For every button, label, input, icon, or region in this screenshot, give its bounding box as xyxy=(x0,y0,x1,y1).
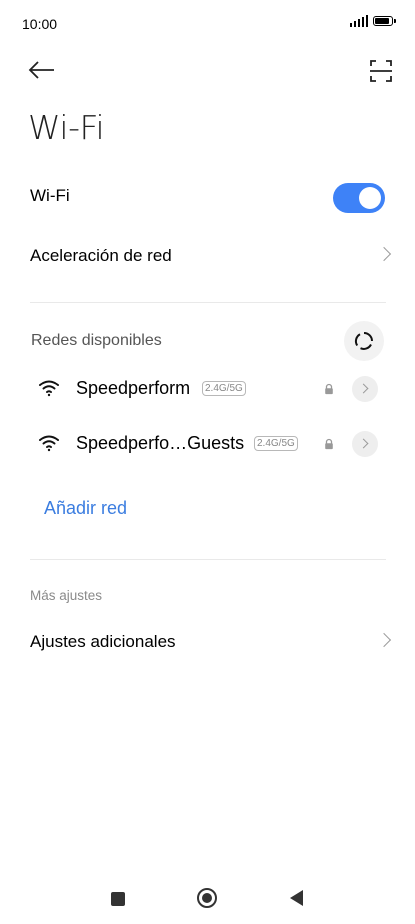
available-networks-header: Redes disponibles xyxy=(31,332,162,349)
lock-icon xyxy=(325,438,333,450)
network-acceleration-row[interactable]: Aceleración de red xyxy=(0,232,415,282)
additional-settings-label: Ajustes adicionales xyxy=(30,632,176,651)
arrow-left-icon xyxy=(28,61,54,79)
wifi-toggle-switch[interactable] xyxy=(333,183,385,213)
network-acceleration-label: Aceleración de red xyxy=(30,246,172,265)
page-title: Wi-Fi xyxy=(28,108,105,147)
back-button[interactable] xyxy=(24,54,60,86)
chevron-right-icon xyxy=(376,632,392,648)
signal-icon xyxy=(349,15,368,27)
wifi-signal-icon xyxy=(39,380,59,397)
scan-button[interactable] xyxy=(365,55,397,87)
chevron-right-icon xyxy=(376,246,392,262)
refresh-icon xyxy=(354,332,373,350)
wifi-label: Wi-Fi xyxy=(30,186,70,205)
more-settings-header: Más ajustes xyxy=(30,588,103,603)
refresh-button[interactable] xyxy=(344,321,384,361)
network-item[interactable]: Speedperform 2.4G/5G xyxy=(0,366,415,414)
network-band-badge: 2.4G/5G xyxy=(254,436,298,451)
additional-settings-row[interactable]: Ajustes adicionales xyxy=(0,618,415,668)
status-time: 10:00 xyxy=(22,16,58,32)
network-band-badge: 2.4G/5G xyxy=(202,381,246,396)
network-item[interactable]: Speedperfo…Guests 2.4G/5G xyxy=(0,421,415,469)
nav-home-button[interactable] xyxy=(197,888,217,908)
status-icons xyxy=(349,15,396,27)
divider xyxy=(30,302,386,303)
nav-recents-button[interactable] xyxy=(111,892,125,906)
toggle-knob xyxy=(359,187,381,209)
nav-back-button[interactable] xyxy=(290,890,303,906)
battery-icon xyxy=(373,16,396,26)
network-details-button[interactable] xyxy=(352,376,378,402)
network-details-button[interactable] xyxy=(352,431,378,457)
network-ssid: Speedperfo…Guests xyxy=(76,433,245,453)
wifi-signal-icon xyxy=(39,435,59,452)
wifi-toggle-row[interactable]: Wi-Fi xyxy=(0,172,415,222)
network-ssid: Speedperform xyxy=(76,378,191,398)
divider xyxy=(30,559,386,560)
add-network-button[interactable]: Añadir red xyxy=(44,498,127,519)
lock-icon xyxy=(325,383,333,395)
qr-scan-icon xyxy=(370,60,392,82)
